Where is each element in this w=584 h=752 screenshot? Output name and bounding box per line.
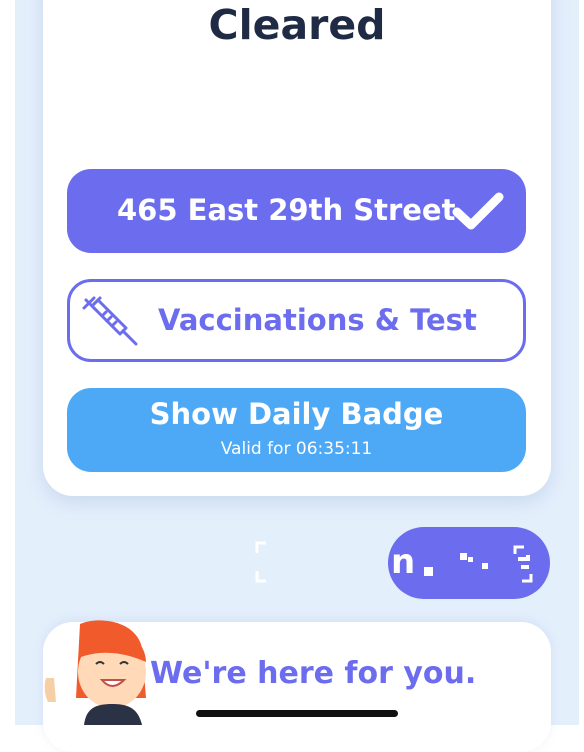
home-indicator xyxy=(196,710,398,717)
check-icon xyxy=(452,192,504,230)
scan-dots-icon xyxy=(424,553,488,576)
vaccinations-button[interactable]: Vaccinations & Test xyxy=(67,279,526,362)
syringe-icon xyxy=(82,296,138,346)
status-title: Cleared xyxy=(208,1,386,49)
badge-validity: Valid for 06:35:11 xyxy=(220,439,373,459)
qr-scan-icon xyxy=(513,545,533,583)
scan-pill-text: n xyxy=(391,542,416,582)
mascot-avatar xyxy=(44,620,146,725)
location-label: 465 East 29th Street xyxy=(117,193,456,227)
help-text: We're here for you. xyxy=(150,656,477,691)
show-daily-badge-button[interactable]: Show Daily Badge Valid for 06:35:11 xyxy=(67,388,526,472)
vaccinations-label: Vaccinations & Test xyxy=(158,303,477,337)
badge-label: Show Daily Badge xyxy=(149,397,444,431)
scan-bracket-icon xyxy=(255,541,266,583)
location-button[interactable]: 465 East 29th Street xyxy=(67,169,526,253)
scan-button[interactable]: n xyxy=(388,527,550,599)
